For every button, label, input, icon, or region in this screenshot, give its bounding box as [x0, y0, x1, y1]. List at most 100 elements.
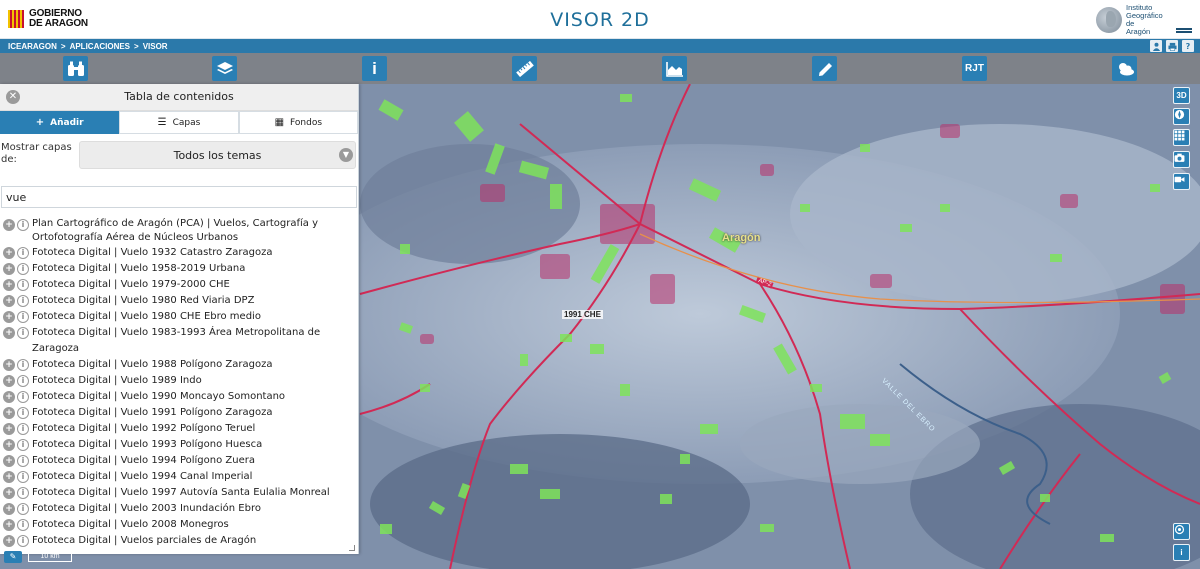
add-layer-icon[interactable]: +	[3, 295, 15, 307]
urban-area	[760, 164, 774, 176]
layer-info-icon[interactable]: i	[17, 311, 29, 323]
profile-chart-icon[interactable]	[662, 56, 687, 81]
layer-info-icon[interactable]: i	[17, 471, 29, 483]
add-layer-icon[interactable]: +	[3, 311, 15, 323]
tab-anadir[interactable]: + Añadir	[0, 111, 120, 134]
add-layer-icon[interactable]: +	[3, 455, 15, 467]
help-icon[interactable]: ?	[1182, 40, 1194, 52]
result-item[interactable]: + i Fototeca Digital | Vuelo 1980 Red Viar…	[3, 293, 353, 309]
ign-logo[interactable]: Instituto Geográfico de Aragón	[1096, 4, 1192, 36]
breadcrumb-bar: ICEARAGON > APLICACIONES > VISOR ?	[0, 39, 1200, 53]
flight-footprint	[590, 344, 604, 354]
add-layer-icon[interactable]: +	[3, 503, 15, 515]
resize-handle[interactable]	[349, 545, 355, 551]
theme-select[interactable]: Todos los temas ▼	[79, 141, 356, 169]
result-item[interactable]: + i Fototeca Digital | Vuelo 1994 Polígono…	[3, 453, 353, 469]
layer-info-icon[interactable]: i	[17, 359, 29, 371]
print-icon[interactable]	[1166, 40, 1178, 52]
result-item[interactable]: + i Fototeca Digital | Vuelo 2003 Inundaci…	[3, 501, 353, 517]
info-button[interactable]: i	[1173, 544, 1190, 561]
flight-footprint	[660, 494, 672, 504]
layer-info-icon[interactable]: i	[17, 535, 29, 547]
result-item[interactable]: + i Plan Cartográfico de Aragón (PCA) | Vu…	[3, 217, 353, 245]
grid-icon[interactable]	[1173, 129, 1190, 146]
user-icon[interactable]	[1150, 40, 1162, 52]
result-item[interactable]: + i Fototeca Digital | Vuelo 1994 Canal Im…	[3, 469, 353, 485]
info-icon[interactable]: i	[362, 56, 387, 81]
add-layer-icon[interactable]: +	[3, 471, 15, 483]
layer-info-icon[interactable]: i	[17, 519, 29, 531]
add-layer-icon[interactable]: +	[3, 359, 15, 371]
camera-icon[interactable]	[1173, 151, 1190, 168]
add-layer-icon[interactable]: +	[3, 219, 15, 231]
layer-info-icon[interactable]: i	[17, 503, 29, 515]
panel-header: ✕ Tabla de contenidos	[0, 84, 358, 111]
layer-info-icon[interactable]: i	[17, 263, 29, 275]
scale-tool-button[interactable]: ✎	[4, 551, 22, 563]
add-layer-icon[interactable]: +	[3, 535, 15, 547]
flight-footprint	[760, 524, 774, 532]
add-layer-icon[interactable]: +	[3, 375, 15, 387]
layer-info-icon[interactable]: i	[17, 219, 29, 231]
video-camera-icon[interactable]	[1173, 173, 1190, 190]
compass-icon[interactable]	[1173, 108, 1190, 125]
add-layer-icon[interactable]: +	[3, 263, 15, 275]
layer-info-icon[interactable]: i	[17, 279, 29, 291]
add-layer-icon[interactable]: +	[3, 487, 15, 499]
breadcrumb-item-visor[interactable]: VISOR	[143, 42, 168, 51]
layer-info-icon[interactable]: i	[17, 247, 29, 259]
layer-search-input[interactable]	[1, 186, 357, 208]
result-item[interactable]: + i Fototeca Digital | Vuelo 1932 Catastro…	[3, 245, 353, 261]
breadcrumb-item-aplicaciones[interactable]: APLICACIONES	[70, 42, 130, 51]
layer-info-icon[interactable]: i	[17, 423, 29, 435]
layer-info-icon[interactable]: i	[17, 295, 29, 307]
add-layer-icon[interactable]: +	[3, 279, 15, 291]
rjt-icon[interactable]: RJT	[962, 56, 987, 81]
result-item-label: Fototeca Digital | Vuelo 1993 Polígono H…	[32, 439, 263, 450]
layer-info-icon[interactable]: i	[17, 375, 29, 387]
result-item[interactable]: + i Fototeca Digital | Vuelo 2008 Monegros	[3, 517, 353, 533]
add-layer-icon[interactable]: +	[3, 519, 15, 531]
layer-info-icon[interactable]: i	[17, 407, 29, 419]
result-item[interactable]: + i Fototeca Digital | Vuelo 1980 CHE Ebro…	[3, 309, 353, 325]
result-item[interactable]: + i Fototeca Digital | Vuelo 1992 Polígono…	[3, 421, 353, 437]
breadcrumb-item-icearagon[interactable]: ICEARAGON	[8, 42, 57, 51]
urban-area	[650, 274, 675, 304]
result-item[interactable]: + i Fototeca Digital | Vuelo 1990 Moncayo …	[3, 389, 353, 405]
result-item[interactable]: + i Fototeca Digital | Vuelo 1979-2000 CHE	[3, 277, 353, 293]
tab-fondos[interactable]: ▦ Fondos	[238, 111, 358, 134]
result-item[interactable]: + i Fototeca Digital | Vuelo 1988 Polígono…	[3, 357, 353, 373]
result-item[interactable]: + i Fototeca Digital | Vuelo 1989 Indo	[3, 373, 353, 389]
result-item[interactable]: + i Fototeca Digital | Vuelo 1997 Autovía …	[3, 485, 353, 501]
result-item-label: Fototeca Digital | Vuelo 1979-2000 CHE	[32, 279, 230, 290]
urban-area	[600, 204, 655, 244]
add-layer-icon[interactable]: +	[3, 247, 15, 259]
layer-info-icon[interactable]: i	[17, 487, 29, 499]
result-item[interactable]: + i Fototeca Digital | Vuelo 1983-1993 Áre…	[3, 325, 353, 357]
layer-info-icon[interactable]: i	[17, 327, 29, 339]
layers-icon[interactable]	[212, 56, 237, 81]
result-item[interactable]: + i Fototeca Digital | Vuelo 1958-2019 Urb…	[3, 261, 353, 277]
layer-info-icon[interactable]: i	[17, 455, 29, 467]
add-layer-icon[interactable]: +	[3, 391, 15, 403]
layer-info-icon[interactable]: i	[17, 391, 29, 403]
result-item[interactable]: + i Fototeca Digital | Vuelo 1993 Polígono…	[3, 437, 353, 453]
tab-capas[interactable]: ☰ Capas	[119, 111, 239, 134]
result-item-label: Fototeca Digital | Vuelo 1958-2019 Urban…	[32, 263, 246, 274]
view-3d-button[interactable]: 3D	[1173, 87, 1190, 104]
result-item[interactable]: + i Fototeca Digital | Vuelos parciales de…	[3, 533, 353, 549]
binoculars-icon[interactable]	[63, 56, 88, 81]
app-window: GOBIERNO DE ARAGON VISOR 2D Instituto Ge…	[0, 0, 1200, 569]
urban-area	[1060, 194, 1078, 208]
weather-icon[interactable]	[1112, 56, 1137, 81]
pencil-icon[interactable]	[812, 56, 837, 81]
tab-anadir-label: Añadir	[50, 117, 84, 128]
add-layer-icon[interactable]: +	[3, 423, 15, 435]
result-item[interactable]: + i Fototeca Digital | Vuelo 1991 Polígono…	[3, 405, 353, 421]
add-layer-icon[interactable]: +	[3, 407, 15, 419]
add-layer-icon[interactable]: +	[3, 327, 15, 339]
add-layer-icon[interactable]: +	[3, 439, 15, 451]
locate-icon[interactable]	[1173, 523, 1190, 540]
ruler-icon[interactable]	[512, 56, 537, 81]
layer-info-icon[interactable]: i	[17, 439, 29, 451]
